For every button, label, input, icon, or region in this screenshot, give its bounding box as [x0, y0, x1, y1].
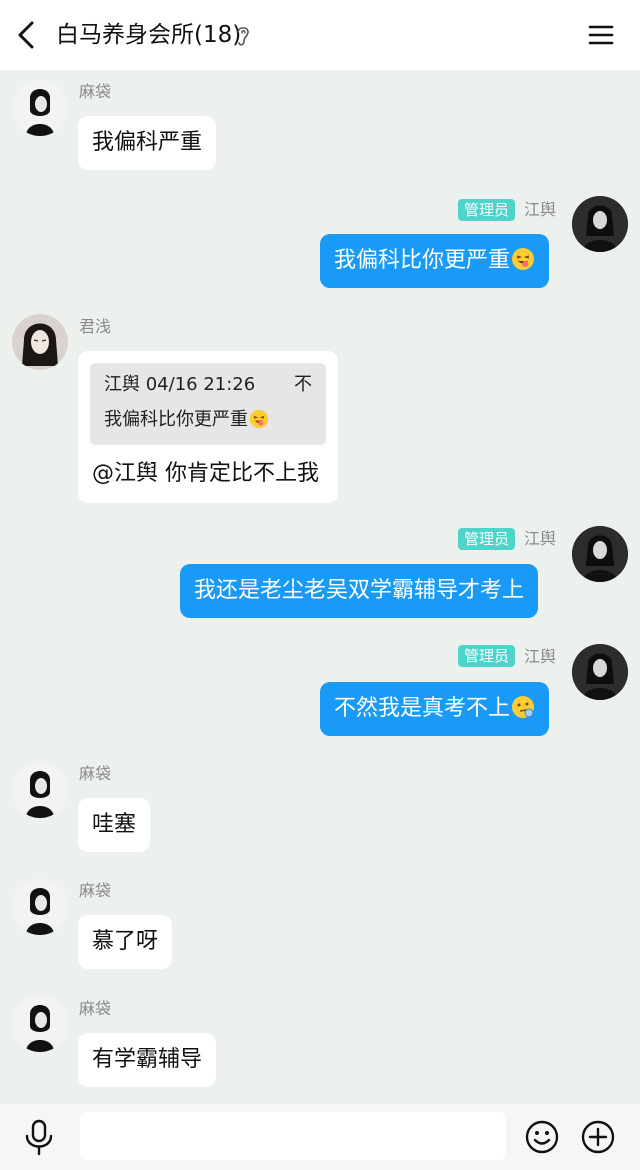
ear-icon — [237, 27, 249, 46]
avatar[interactable] — [12, 879, 68, 935]
message-bubble[interactable]: 我偏科严重 — [78, 116, 217, 170]
squinting-tongue-emoji — [249, 409, 269, 429]
plus-circle-icon[interactable] — [580, 1119, 616, 1155]
message-text: 有学霸辅导 — [92, 1047, 203, 1072]
avatar[interactable] — [12, 314, 68, 370]
message-text: 我偏科严重 — [92, 130, 203, 155]
avatar[interactable] — [12, 762, 68, 818]
quoted-message[interactable]: 江舆 04/16 21:26 不 我偏科比你更严重 — [90, 363, 326, 445]
message-bubble[interactable]: 哇塞 — [78, 798, 151, 852]
sender-name: 君浅 — [79, 317, 112, 336]
squinting-tongue-emoji — [512, 248, 535, 270]
message-bubble[interactable]: 不然我是真考不上 — [320, 682, 550, 736]
message-text: 不然我是真考不上 — [334, 696, 511, 721]
sender-name: 麻袋 — [79, 764, 112, 783]
message-bubble[interactable]: 江舆 04/16 21:26 不 我偏科比你更严重 @江舆 你肯定比不上我 — [78, 351, 338, 503]
chat-header: 白马养身会所(18) — [0, 0, 640, 70]
sender-name: 江舆 — [524, 647, 557, 666]
message-text: 哇塞 — [92, 812, 137, 837]
message-bubble[interactable]: 我偏科比你更严重 — [320, 234, 550, 288]
avatar[interactable] — [12, 996, 68, 1052]
avatar-image — [12, 314, 68, 370]
message-input[interactable] — [80, 1112, 506, 1160]
microphone-icon[interactable] — [22, 1118, 56, 1156]
quote-pin-icon: 不 — [294, 374, 312, 395]
sender-name: 麻袋 — [79, 999, 112, 1018]
message-bubble[interactable]: 慕了呀 — [78, 915, 173, 969]
chevron-left-icon[interactable] — [10, 17, 46, 53]
composer-bar — [0, 1104, 640, 1170]
quote-meta: 江舆 04/16 21:26 — [104, 374, 256, 395]
avatar[interactable] — [572, 644, 628, 700]
sender-name: 江舆 — [524, 529, 557, 548]
message-text: 慕了呀 — [92, 929, 159, 954]
message-text: @江舆 你肯定比不上我 — [92, 461, 319, 486]
message-bubble[interactable]: 我还是老尘老吴双学霸辅导才考上 — [180, 564, 539, 618]
message-list[interactable]: 麻袋 我偏科严重 管理员 江舆 我偏科比你更严重 君浅 江舆 04/16 21:… — [0, 70, 640, 1104]
admin-badge: 管理员 — [458, 528, 516, 550]
admin-badge: 管理员 — [458, 645, 516, 667]
message-bubble[interactable]: 有学霸辅导 — [78, 1033, 217, 1087]
thinking-face-emoji — [512, 696, 535, 718]
avatar-image — [12, 762, 68, 818]
avatar[interactable] — [572, 526, 628, 582]
avatar-image — [572, 196, 628, 252]
quote-text: 我偏科比你更严重 — [104, 408, 269, 432]
message-text: 我偏科比你更严重 — [334, 248, 511, 273]
admin-badge: 管理员 — [458, 199, 516, 221]
sender-name: 江舆 — [524, 200, 557, 219]
avatar-image — [572, 644, 628, 700]
avatar-image — [572, 526, 628, 582]
avatar-image — [12, 996, 68, 1052]
avatar[interactable] — [572, 196, 628, 252]
chat-title: 白马养身会所(18) — [56, 22, 242, 48]
avatar-image — [12, 80, 68, 136]
avatar-image — [12, 879, 68, 935]
smiley-icon[interactable] — [524, 1119, 560, 1155]
message-text: 我还是老尘老吴双学霸辅导才考上 — [194, 578, 525, 603]
sender-name: 麻袋 — [79, 881, 112, 900]
sender-name: 麻袋 — [79, 82, 112, 101]
hamburger-menu-icon[interactable] — [584, 18, 618, 52]
avatar[interactable] — [12, 80, 68, 136]
